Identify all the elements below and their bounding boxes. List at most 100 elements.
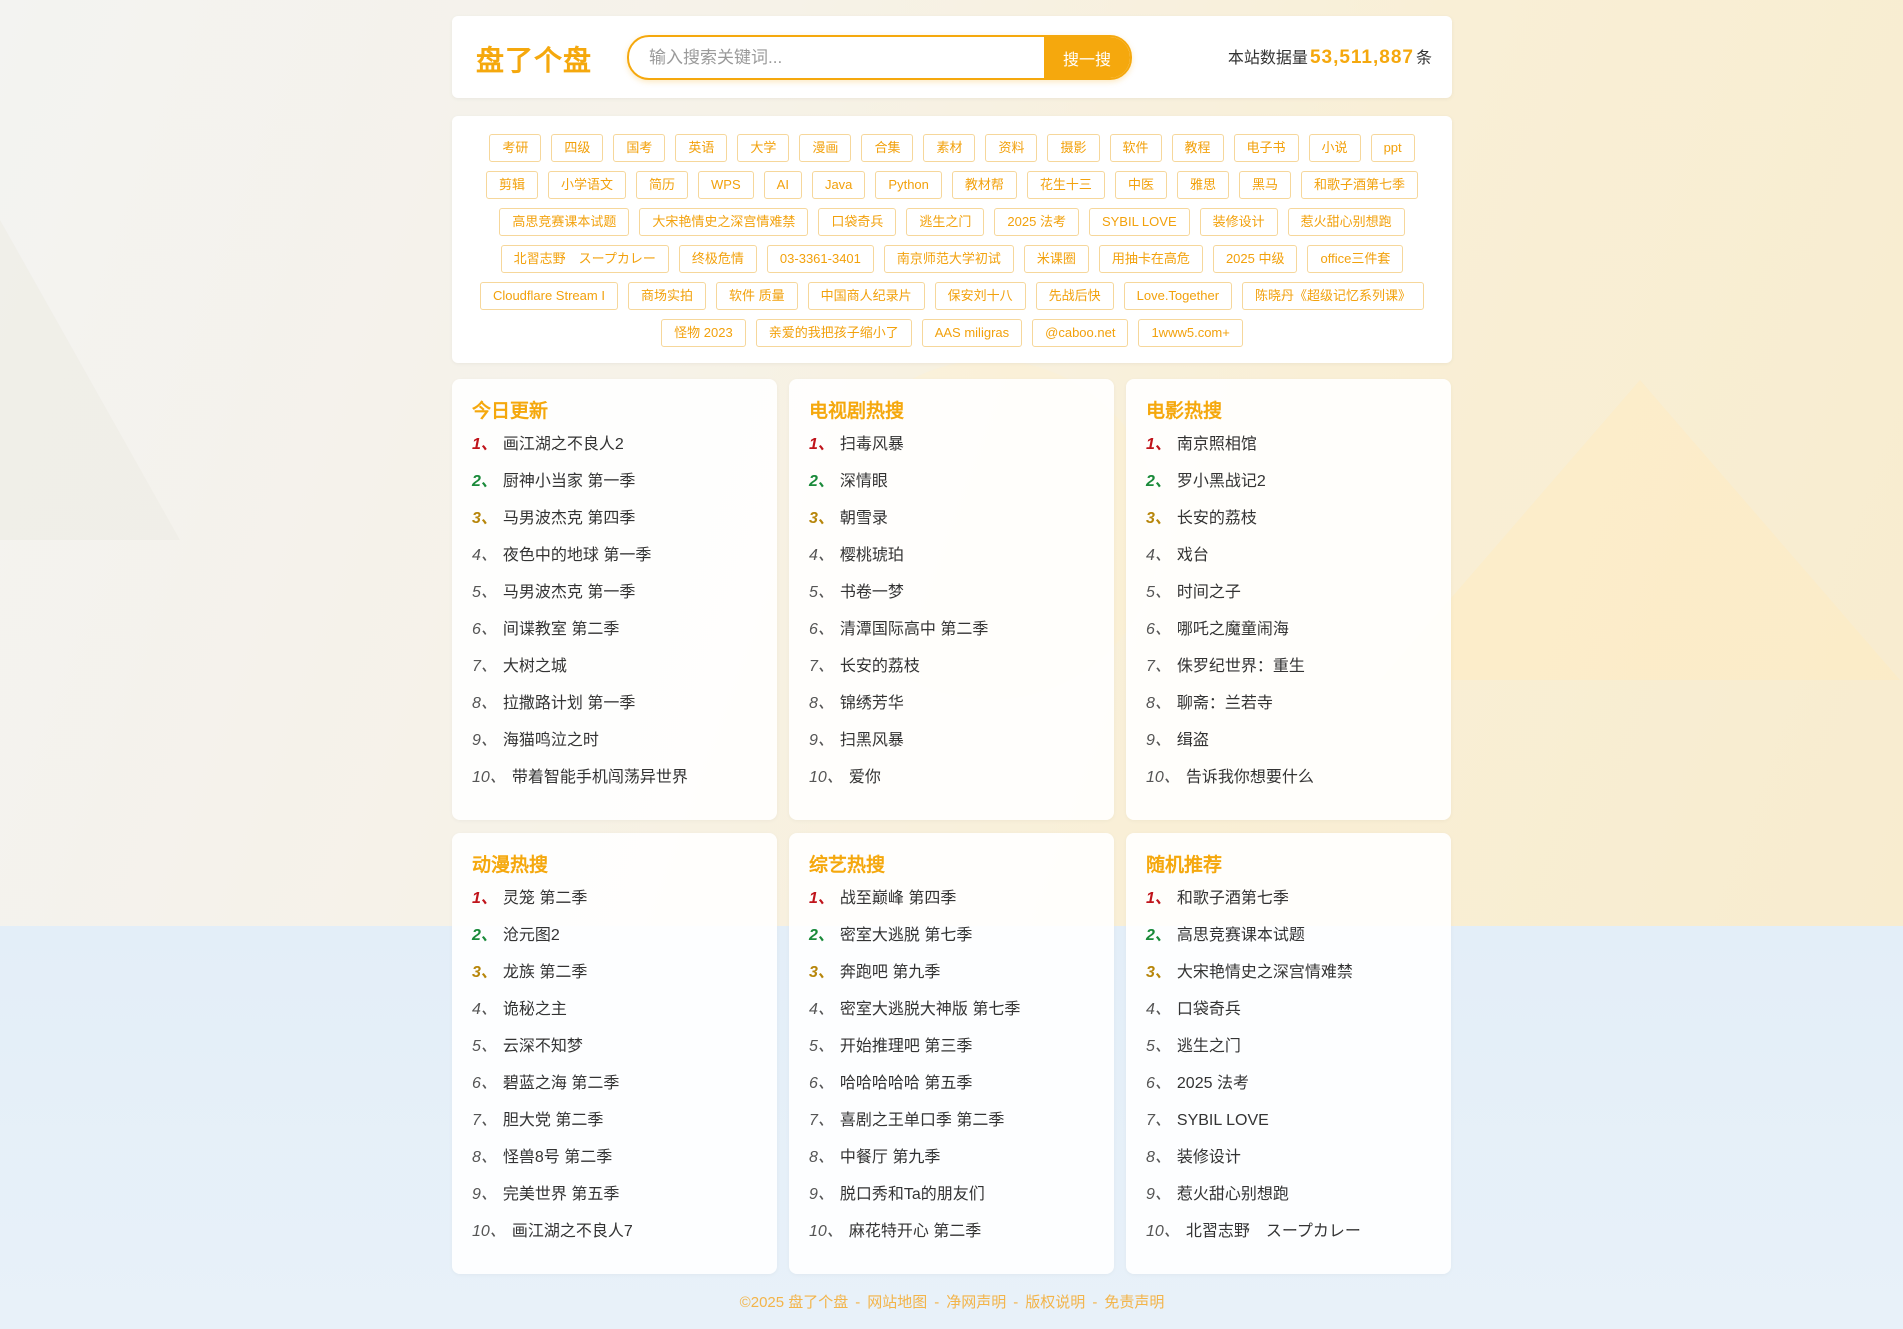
tag-link[interactable]: 1www5.com+ [1138,319,1243,347]
ranking-item[interactable]: 1、 南京照相馆 [1146,432,1431,469]
tag-link[interactable]: 软件 质量 [715,282,798,310]
tag-link[interactable]: 中国商人纪录片 [807,282,925,310]
tag-link[interactable]: 2025 法考 [994,208,1079,236]
ranking-item[interactable]: 8、 中餐厅 第九季 [809,1145,1094,1182]
ranking-item[interactable]: 9、 惹火甜心别想跑 [1146,1182,1431,1219]
tag-link[interactable]: 软件 [1109,134,1162,162]
tag-link[interactable]: 资料 [985,134,1038,162]
ranking-item[interactable]: 2、 高思竞赛课本试题 [1146,923,1431,960]
tag-link[interactable]: 陈晓丹《超级记忆系列课》 [1242,282,1425,310]
ranking-item[interactable]: 6、 2025 法考 [1146,1071,1431,1108]
tag-link[interactable]: 剪辑 [485,171,538,199]
ranking-item[interactable]: 2、 密室大逃脱 第七季 [809,923,1094,960]
ranking-item[interactable]: 10、 麻花特开心 第二季 [809,1219,1094,1256]
ranking-item[interactable]: 3、 马男波杰克 第四季 [472,506,757,543]
tag-link[interactable]: Java [811,171,866,199]
site-logo[interactable]: 盘了个盘 [476,39,592,79]
ranking-item[interactable]: 5、 马男波杰克 第一季 [472,580,757,617]
ranking-item[interactable]: 2、 厨神小当家 第一季 [472,469,757,506]
ranking-item[interactable]: 9、 海猫鸣泣之时 [472,728,757,765]
ranking-item[interactable]: 9、 脱口秀和Ta的朋友们 [809,1182,1094,1219]
ranking-item[interactable]: 8、 锦绣芳华 [809,691,1094,728]
ranking-item[interactable]: 5、 云深不知梦 [472,1034,757,1071]
ranking-item[interactable]: 7、 大树之城 [472,654,757,691]
tag-link[interactable]: SYBIL LOVE [1088,208,1190,236]
tag-link[interactable]: 米课圈 [1023,245,1089,273]
tag-link[interactable]: 素材 [923,134,976,162]
ranking-item[interactable]: 7、 SYBIL LOVE [1146,1108,1431,1145]
ranking-item[interactable]: 6、 哪吒之魔童闹海 [1146,617,1431,654]
ranking-item[interactable]: 4、 诡秘之主 [472,997,757,1034]
tag-link[interactable]: 考研 [489,134,542,162]
tag-link[interactable]: 教程 [1171,134,1224,162]
ranking-item[interactable]: 2、 深情眼 [809,469,1094,506]
tag-link[interactable]: 四级 [551,134,604,162]
ranking-item[interactable]: 5、 逃生之门 [1146,1034,1431,1071]
tag-link[interactable]: AAS miligras [921,319,1023,347]
tag-link[interactable]: 小说 [1308,134,1361,162]
ranking-item[interactable]: 4、 密室大逃脱大神版 第七季 [809,997,1094,1034]
footer-link[interactable]: 版权说明 [1025,1294,1085,1311]
tag-link[interactable]: 摄影 [1047,134,1100,162]
tag-link[interactable]: Love.Together [1123,282,1233,310]
ranking-item[interactable]: 9、 扫黑风暴 [809,728,1094,765]
tag-link[interactable]: 南京师范大学初试 [883,245,1014,273]
footer-link[interactable]: 网站地图 [867,1294,927,1311]
ranking-item[interactable]: 7、 胆大党 第二季 [472,1108,757,1145]
ranking-item[interactable]: 6、 哈哈哈哈哈 第五季 [809,1071,1094,1108]
ranking-item[interactable]: 1、 战至巅峰 第四季 [809,886,1094,923]
tag-link[interactable]: 怪物 2023 [661,319,746,347]
ranking-item[interactable]: 5、 开始推理吧 第三季 [809,1034,1094,1071]
ranking-item[interactable]: 7、 长安的荔枝 [809,654,1094,691]
ranking-item[interactable]: 9、 完美世界 第五季 [472,1182,757,1219]
ranking-item[interactable]: 2、 沧元图2 [472,923,757,960]
footer-link[interactable]: 免责声明 [1104,1294,1164,1311]
tag-link[interactable]: 中医 [1114,171,1167,199]
ranking-item[interactable]: 8、 聊斋：兰若寺 [1146,691,1431,728]
tag-link[interactable]: 商场实拍 [627,282,706,310]
ranking-item[interactable]: 4、 戏台 [1146,543,1431,580]
tag-link[interactable]: 装修设计 [1199,208,1278,236]
tag-link[interactable]: 惹火甜心别想跑 [1287,208,1405,236]
ranking-item[interactable]: 3、 长安的荔枝 [1146,506,1431,543]
tag-link[interactable]: 03-3361-3401 [766,245,874,273]
tag-link[interactable]: 电子书 [1233,134,1299,162]
ranking-item[interactable]: 3、 大宋艳情史之深宫情难禁 [1146,960,1431,997]
tag-link[interactable]: 国考 [613,134,666,162]
ranking-item[interactable]: 7、 喜剧之王单口季 第二季 [809,1108,1094,1145]
tag-link[interactable]: 漫画 [799,134,852,162]
ranking-item[interactable]: 4、 夜色中的地球 第一季 [472,543,757,580]
ranking-item[interactable]: 6、 间谍教室 第二季 [472,617,757,654]
tag-link[interactable]: 用抽卡在高危 [1098,245,1203,273]
ranking-item[interactable]: 8、 装修设计 [1146,1145,1431,1182]
ranking-item[interactable]: 2、 罗小黑战记2 [1146,469,1431,506]
tag-link[interactable]: 高思竞赛课本试题 [499,208,630,236]
tag-link[interactable]: 大宋艳情史之深宫情难禁 [639,208,809,236]
ranking-item[interactable]: 7、 侏罗纪世界：重生 [1146,654,1431,691]
tag-link[interactable]: 先战后快 [1035,282,1114,310]
tag-link[interactable]: @caboo.net [1032,319,1129,347]
ranking-item[interactable]: 10、 告诉我你想要什么 [1146,765,1431,802]
ranking-item[interactable]: 9、 缉盗 [1146,728,1431,765]
tag-link[interactable]: office三件套 [1307,245,1404,273]
tag-link[interactable]: 雅思 [1176,171,1229,199]
ranking-item[interactable]: 10、 带着智能手机闯荡异世界 [472,765,757,802]
ranking-item[interactable]: 3、 朝雪录 [809,506,1094,543]
tag-link[interactable]: 北習志野 スープカレー [500,245,669,273]
tag-link[interactable]: 保安刘十八 [934,282,1026,310]
tag-link[interactable]: 黑马 [1238,171,1291,199]
footer-link[interactable]: 净网声明 [946,1294,1006,1311]
tag-link[interactable]: 亲爱的我把孩子缩小了 [755,319,912,347]
tag-link[interactable]: 合集 [861,134,914,162]
tag-link[interactable]: AI [763,171,802,199]
ranking-item[interactable]: 5、 书卷一梦 [809,580,1094,617]
tag-link[interactable]: 口袋奇兵 [818,208,897,236]
search-input[interactable] [629,37,1044,78]
tag-link[interactable]: 花生十三 [1026,171,1105,199]
tag-link[interactable]: 和歌子酒第七季 [1300,171,1418,199]
tag-link[interactable]: 简历 [636,171,689,199]
tag-link[interactable]: Cloudflare Stream I [479,282,618,310]
tag-link[interactable]: Python [875,171,942,199]
tag-link[interactable]: 终极危情 [678,245,757,273]
ranking-item[interactable]: 10、 画江湖之不良人7 [472,1219,757,1256]
